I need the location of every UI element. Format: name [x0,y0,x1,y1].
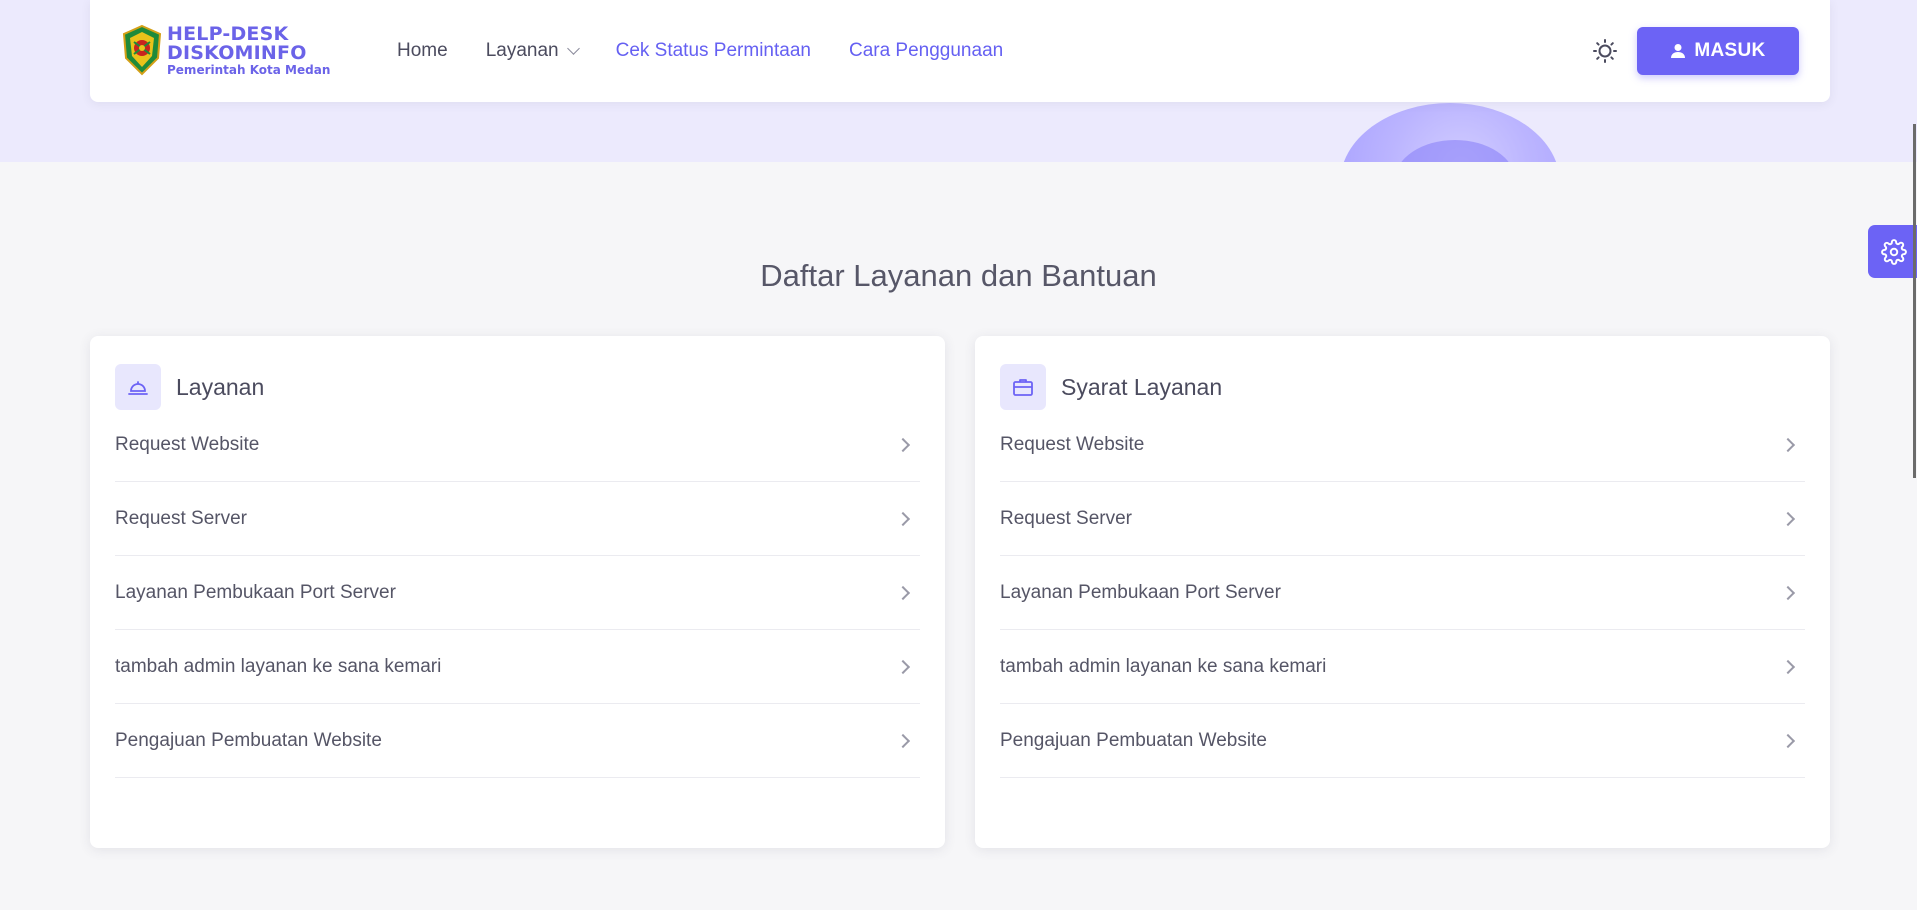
list-item[interactable]: tambah admin layanan ke sana kemari [1000,630,1805,704]
chevron-right-icon [895,511,911,526]
services-card: Layanan Request Website Request Server L… [90,336,945,848]
navbar: HELP-DESK DISKOMINFO Pemerintah Kota Med… [90,0,1830,102]
chevron-right-icon [1780,437,1796,452]
login-label: MASUK [1694,40,1766,61]
card-header: Layanan [115,364,264,410]
list-item-label: Layanan Pembukaan Port Server [115,581,396,603]
nav-home-label: Home [397,40,448,61]
list-item-label: Request Website [1000,433,1145,455]
list-item[interactable]: Pengajuan Pembuatan Website [115,704,920,778]
list-item[interactable]: Layanan Pembukaan Port Server [115,556,920,630]
list-item[interactable]: Request Website [1000,408,1805,482]
list-item-label: tambah admin layanan ke sana kemari [115,655,442,677]
card-title: Layanan [176,373,265,400]
briefcase-icon [1000,364,1046,410]
scrollbar[interactable] [1913,124,1916,478]
list-item[interactable]: Request Website [115,408,920,482]
list-item-label: Request Server [1000,507,1133,529]
list-item-label: Request Server [115,507,248,529]
list-item-label: Request Website [115,433,260,455]
bell-icon [115,364,161,410]
card-header: Syarat Layanan [1000,364,1222,410]
section-title: Daftar Layanan dan Bantuan [760,258,1157,293]
nav-check-status-label: Cek Status Permintaan [615,40,811,61]
login-button[interactable]: MASUK [1637,27,1799,75]
main-nav: Home Layanan Cek Status Permintaan Cara … [397,0,1041,102]
nav-how-to[interactable]: Cara Penggunaan [849,40,1003,62]
brand-line-1: HELP-DESK [167,22,289,45]
brand-line-2: DISKOMINFO [167,41,307,64]
requirements-card: Syarat Layanan Request Website Request S… [975,336,1830,848]
nav-home[interactable]: Home [397,40,448,62]
chevron-right-icon [1780,733,1796,748]
list-item[interactable]: tambah admin layanan ke sana kemari [115,630,920,704]
list-item[interactable]: Layanan Pembukaan Port Server [1000,556,1805,630]
theme-toggle-sun-icon[interactable] [1590,36,1620,66]
card-title: Syarat Layanan [1061,373,1223,400]
brand-tagline: Pemerintah Kota Medan [167,62,331,77]
chevron-right-icon [1780,659,1796,674]
nav-check-status[interactable]: Cek Status Permintaan [616,40,811,62]
list-item-label: Pengajuan Pembuatan Website [115,729,382,751]
list-item-label: tambah admin layanan ke sana kemari [1000,655,1327,677]
chevron-right-icon [895,659,911,674]
chevron-right-icon [1780,511,1796,526]
list-item[interactable]: Request Server [115,482,920,556]
brand-logo[interactable]: HELP-DESK DISKOMINFO Pemerintah Kota Med… [120,24,330,76]
chevron-right-icon [895,733,911,748]
chevron-right-icon [1780,585,1796,600]
nav-how-to-label: Cara Penggunaan [848,40,1004,61]
nav-services-label: Layanan [485,40,559,61]
list-item-label: Layanan Pembukaan Port Server [1000,581,1281,603]
chevron-right-icon [895,437,911,452]
list-item[interactable]: Pengajuan Pembuatan Website [1000,704,1805,778]
chevron-down-icon [566,42,580,55]
user-icon [1671,44,1686,58]
city-emblem-icon [120,24,164,76]
list-item[interactable]: Request Server [1000,482,1805,556]
list-item-label: Pengajuan Pembuatan Website [1000,729,1267,751]
nav-services-dropdown[interactable]: Layanan [485,40,580,62]
chevron-right-icon [895,585,911,600]
